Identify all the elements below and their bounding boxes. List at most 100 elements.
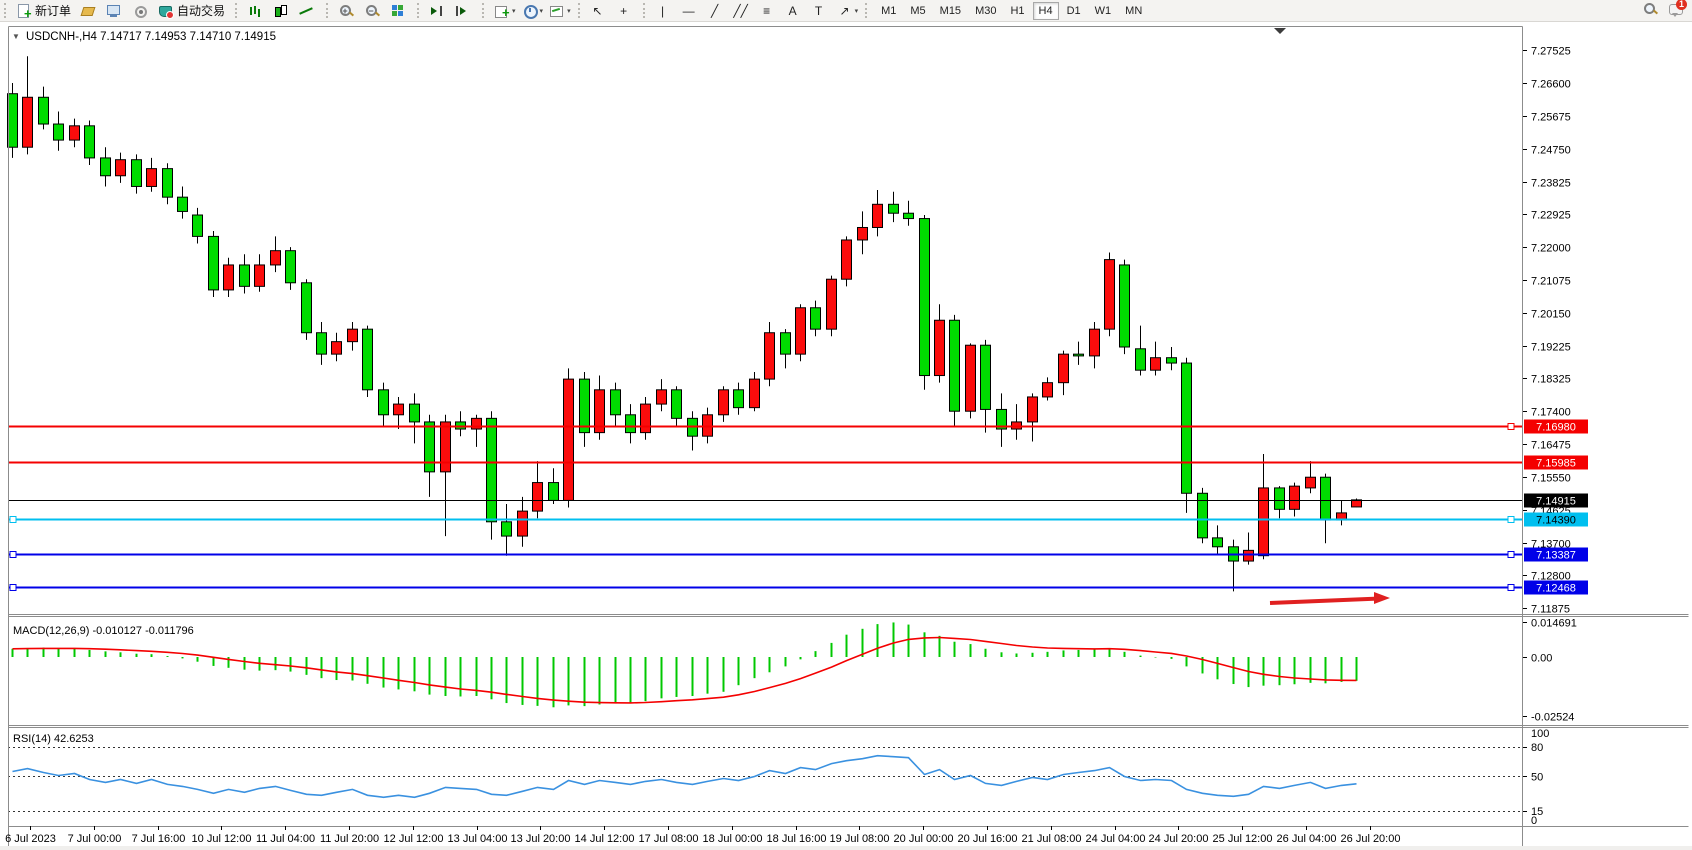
search-icon[interactable] <box>1642 1 1658 17</box>
trendline-tool-button[interactable]: ╱ <box>704 0 730 21</box>
timeframe-m5-button[interactable]: M5 <box>904 2 931 20</box>
candle-body <box>719 390 729 415</box>
line-handle[interactable] <box>10 517 16 523</box>
bar-chart-button[interactable] <box>244 0 270 21</box>
line-handle[interactable] <box>1508 585 1514 591</box>
timeframe-w1-button[interactable]: W1 <box>1089 2 1118 20</box>
candlestick-chart-button[interactable] <box>270 0 296 21</box>
crosshair-tool-button[interactable]: + <box>613 0 639 21</box>
candle-body <box>147 169 157 187</box>
candle-body <box>1090 329 1100 356</box>
terminal-button[interactable] <box>103 0 129 21</box>
candle-body <box>672 390 682 419</box>
candle-body <box>750 379 760 408</box>
price-tick-label: 7.22000 <box>1531 243 1571 255</box>
vertical-line-tool-button[interactable]: | <box>652 0 678 21</box>
cursor-tool-button[interactable]: ↖ <box>587 0 613 21</box>
price-tick-label: 7.23825 <box>1531 178 1571 190</box>
time-tick-label: 18 Jul 16:00 <box>767 833 827 845</box>
chart-shift-button[interactable] <box>426 0 452 21</box>
timeframe-h1-button[interactable]: H1 <box>1004 2 1030 20</box>
candle-body <box>1198 493 1208 538</box>
main-toolbar: 新订单自动交易+−▾▾▾↖+|—╱╱╱≡AT↗▾M1M5M15M30H1H4D1… <box>0 0 1692 22</box>
tile-windows-button[interactable] <box>387 0 413 21</box>
auto-scroll-button[interactable] <box>452 0 478 21</box>
time-tick-label: 14 Jul 12:00 <box>575 833 635 845</box>
candle-body <box>348 329 358 341</box>
price-badge-label: 7.12468 <box>1536 583 1576 595</box>
templates-button[interactable]: ▾ <box>546 0 574 21</box>
notifications-icon[interactable]: 1 <box>1668 1 1684 17</box>
candle-body <box>1043 383 1053 397</box>
timeframe-m30-button[interactable]: M30 <box>969 2 1002 20</box>
toolbar-grip <box>482 3 489 18</box>
new-order-button[interactable]: 新订单 <box>13 0 77 21</box>
price-axis[interactable]: 7.275257.266007.256757.247507.238257.229… <box>1522 46 1571 616</box>
candle-body <box>132 160 142 187</box>
price-badge-label: 7.14915 <box>1536 496 1576 508</box>
candle-body <box>1275 488 1285 509</box>
rsi-tick-label: 100 <box>1531 728 1549 740</box>
crosshair-tool-icon: + <box>616 3 632 19</box>
line-chart-button[interactable] <box>296 0 322 21</box>
autotrade-button[interactable]: 自动交易 <box>155 0 231 21</box>
line-handle[interactable] <box>10 585 16 591</box>
notification-count-badge: 1 <box>1676 0 1687 10</box>
styler-button[interactable] <box>77 0 103 21</box>
line-handle[interactable] <box>1508 424 1514 430</box>
chevron-down-icon: ▾ <box>512 7 516 15</box>
timeframe-d1-button[interactable]: D1 <box>1061 2 1087 20</box>
candle-body <box>1074 354 1084 356</box>
candle-body <box>1213 538 1223 547</box>
timeframe-m15-button[interactable]: M15 <box>934 2 967 20</box>
candle-body <box>317 333 327 354</box>
channel-tool-button[interactable]: ╱╱ <box>730 0 756 21</box>
trendline-tool-icon: ╱ <box>707 3 723 19</box>
zoom-out-button[interactable]: − <box>361 0 387 21</box>
time-tick-label: 20 Jul 16:00 <box>958 833 1018 845</box>
indicators-button[interactable]: ▾ <box>491 0 519 21</box>
text-label-tool-button[interactable]: T <box>808 0 834 21</box>
text-tool-button[interactable]: A <box>782 0 808 21</box>
timeframe-m1-button[interactable]: M1 <box>875 2 902 20</box>
candle-body <box>1136 349 1146 370</box>
candle-body <box>209 236 219 290</box>
candle-body <box>487 418 497 521</box>
line-handle[interactable] <box>10 552 16 558</box>
horizontal-line-tool-button[interactable]: — <box>678 0 704 21</box>
timeframe-mn-button[interactable]: MN <box>1119 2 1148 20</box>
signals-button[interactable] <box>129 0 155 21</box>
toolbar-grip <box>235 3 242 18</box>
candle-body <box>394 404 404 415</box>
price-tick-label: 7.21075 <box>1531 276 1571 288</box>
candle-body <box>1321 477 1331 520</box>
candles-icon <box>273 3 289 19</box>
mt4-window: { "toolbar": { "new_order_label": "新订单",… <box>0 0 1692 850</box>
fibonacci-tool-icon: ≡ <box>759 3 775 19</box>
chart-window[interactable]: 7.275257.266007.256757.247507.238257.229… <box>0 21 1692 850</box>
time-tick-label: 21 Jul 08:00 <box>1022 833 1082 845</box>
time-tick-label: 26 Jul 20:00 <box>1341 833 1401 845</box>
price-tick-label: 7.18325 <box>1531 374 1571 386</box>
time-tick-label: 20 Jul 00:00 <box>894 833 954 845</box>
line-handle[interactable] <box>1508 552 1514 558</box>
candle-body <box>966 345 976 411</box>
price-tick-label: 7.26600 <box>1531 79 1571 91</box>
bars-icon <box>247 3 263 19</box>
timeframe-h4-button[interactable]: H4 <box>1033 2 1059 20</box>
candle-body <box>441 422 451 472</box>
candle-body <box>1182 363 1192 493</box>
time-tick-label: 26 Jul 04:00 <box>1277 833 1337 845</box>
fibonacci-tool-button[interactable]: ≡ <box>756 0 782 21</box>
zoom-in-button[interactable]: + <box>335 0 361 21</box>
vertical-line-tool-icon: | <box>655 3 671 19</box>
line-handle[interactable] <box>1508 517 1514 523</box>
price-badge-label: 7.14390 <box>1536 515 1576 527</box>
candle-body <box>23 97 33 147</box>
chart-canvas[interactable]: 7.275257.266007.256757.247507.238257.229… <box>0 22 1692 850</box>
text-tool-icon: A <box>785 3 801 19</box>
candle-body <box>39 97 49 124</box>
periods-button[interactable]: ▾ <box>519 0 547 21</box>
chart-background <box>8 26 1522 846</box>
arrows-tool-button[interactable]: ↗▾ <box>834 0 862 21</box>
